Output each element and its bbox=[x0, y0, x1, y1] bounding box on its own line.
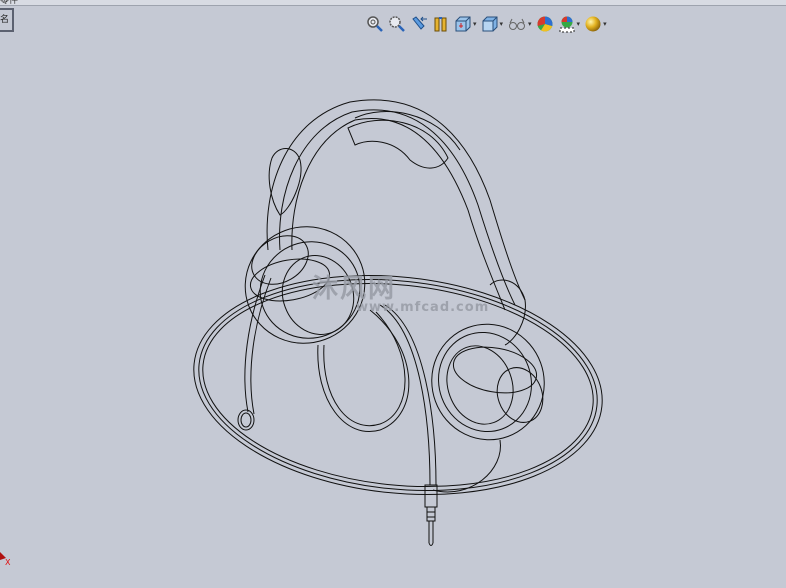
zoom-to-fit-button[interactable] bbox=[366, 14, 384, 34]
hide-show-items-button[interactable]: ▾ bbox=[507, 14, 532, 34]
previous-view-button[interactable] bbox=[410, 14, 428, 34]
zoom-to-fit-icon bbox=[367, 16, 383, 32]
display-style-icon bbox=[482, 16, 498, 32]
right-ear-cup bbox=[431, 323, 545, 441]
watermark-url: www.mfcad.com bbox=[356, 300, 490, 315]
hide-show-items-icon bbox=[509, 18, 526, 30]
display-style-button[interactable]: ▾ bbox=[481, 14, 504, 34]
reference-triad: X bbox=[0, 552, 11, 566]
view-orientation-icon bbox=[455, 16, 471, 32]
dropdown-arrow[interactable]: ▾ bbox=[473, 20, 477, 28]
zoom-to-area-icon bbox=[389, 16, 405, 32]
zoom-to-area-button[interactable] bbox=[388, 14, 406, 34]
dropdown-arrow[interactable]: ▾ bbox=[577, 20, 581, 28]
heads-up-view-toolbar: ▾ ▾ ▾ ▾ ▾ bbox=[366, 13, 607, 35]
apply-scene-icon bbox=[559, 16, 575, 33]
dropdown-arrow[interactable]: ▾ bbox=[603, 20, 607, 28]
previous-view-icon bbox=[412, 16, 427, 30]
triad-x-label: X bbox=[5, 558, 11, 566]
section-view-icon bbox=[434, 17, 447, 32]
edit-appearance-icon bbox=[537, 16, 553, 32]
section-view-button[interactable] bbox=[432, 14, 450, 34]
microphone-boom bbox=[237, 274, 272, 431]
view-orientation-button[interactable]: ▾ bbox=[454, 14, 477, 34]
top-menu-strip: 零件 bbox=[0, 0, 786, 6]
apply-scene-button[interactable]: ▾ bbox=[558, 14, 581, 34]
base-ring bbox=[193, 274, 603, 496]
edit-appearance-button[interactable] bbox=[536, 14, 554, 34]
dropdown-arrow[interactable]: ▾ bbox=[528, 20, 532, 28]
view-settings-button[interactable]: ▾ bbox=[584, 14, 607, 34]
side-tab[interactable]: 名 bbox=[0, 8, 14, 32]
view-settings-icon bbox=[585, 16, 601, 32]
top-strip-text: 零件 bbox=[0, 0, 19, 6]
dropdown-arrow[interactable]: ▾ bbox=[500, 20, 504, 28]
